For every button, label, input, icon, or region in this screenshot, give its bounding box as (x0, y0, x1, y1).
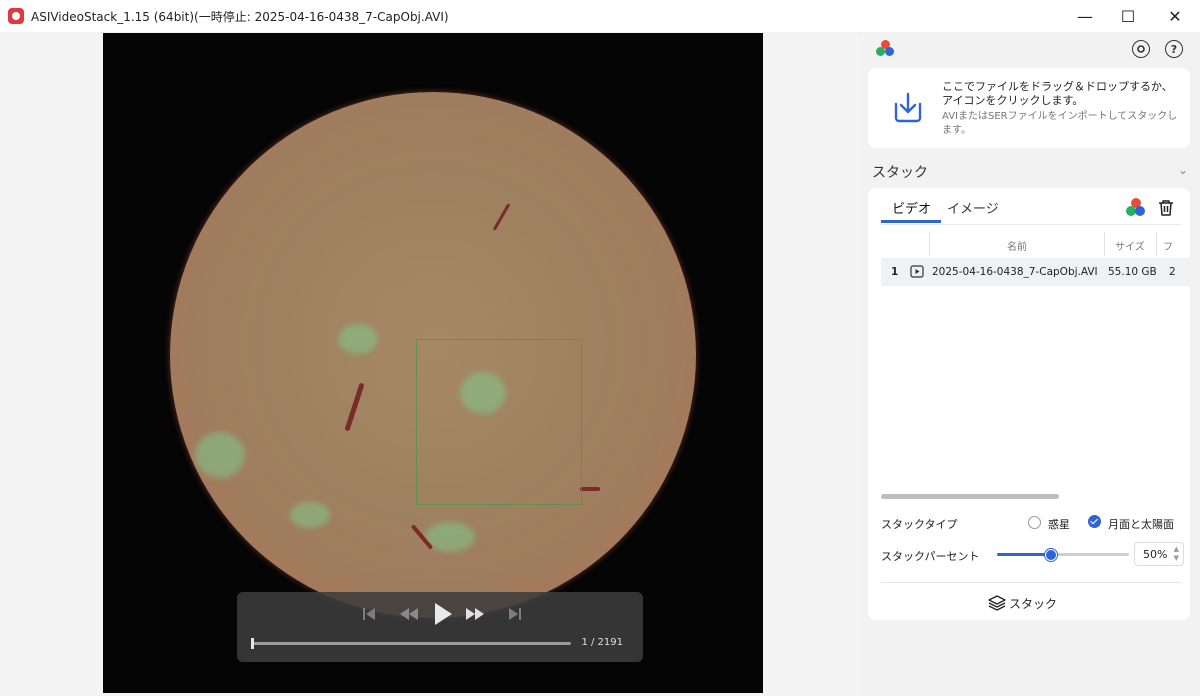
column-size[interactable]: サイズ (1115, 238, 1145, 253)
tab-video[interactable]: ビデオ (892, 198, 931, 217)
fast-forward-icon[interactable] (463, 604, 487, 624)
tab-image[interactable]: イメージ (947, 198, 999, 217)
progress-handle[interactable] (251, 638, 254, 649)
slider-fill (997, 553, 1050, 556)
settings-icon[interactable] (1132, 40, 1150, 58)
tab-divider (881, 224, 1181, 225)
chevron-down-icon[interactable]: ⌄ (1178, 163, 1188, 177)
title-bar: ASIVideoStack_1.15 (64bit)(一時停止: 2025-04… (0, 0, 1200, 33)
video-viewer: 1 / 2191 (0, 32, 858, 696)
table-row[interactable]: 1 2025-04-16-0438_7-CapObj.AVI 55.10 GB … (881, 258, 1190, 286)
close-button[interactable]: ✕ (1152, 0, 1198, 32)
file-table-header: 名前 サイズ フ (881, 232, 1187, 256)
spin-arrows-icon[interactable]: ▲ ▼ (1174, 545, 1179, 563)
stack-button-label: スタック (1009, 596, 1058, 611)
active-tab-indicator (881, 220, 941, 223)
row-file-name: 2025-04-16-0438_7-CapObj.AVI (932, 266, 1098, 278)
import-instruction: ここでファイルをドラッグ＆ドロップするか、アイコンをクリックします。 (942, 80, 1173, 107)
row-file-size: 55.10 GB (1108, 266, 1157, 278)
radio-planet[interactable] (1028, 516, 1041, 529)
row-index: 1 (891, 266, 899, 278)
column-name[interactable]: 名前 (1007, 238, 1027, 253)
row-extra: 2 (1169, 266, 1176, 278)
playback-progress-bar[interactable] (251, 642, 571, 645)
radio-lunar-solar-label[interactable]: 月面と太陽面 (1108, 516, 1174, 532)
trash-icon[interactable] (1158, 199, 1174, 217)
stack-card: ビデオ イメージ 名前 サイズ フ 1 2025-04-16-0438_7-Ca… (868, 188, 1190, 620)
sun-image (170, 92, 696, 618)
app-logo-icon (876, 40, 894, 58)
play-icon[interactable] (431, 601, 455, 627)
video-file-icon (910, 265, 924, 278)
import-icon[interactable] (890, 90, 926, 126)
stack-percent-spinbox[interactable]: 50% ▲ ▼ (1134, 542, 1184, 566)
roi-box[interactable] (416, 339, 582, 505)
stack-percent-label: スタックパーセント (881, 550, 980, 563)
table-horizontal-scrollbar[interactable] (881, 494, 1059, 499)
slider-handle[interactable] (1044, 549, 1057, 561)
app-icon (8, 8, 24, 24)
card-divider (881, 582, 1181, 583)
radio-planet-label[interactable]: 惑星 (1048, 516, 1070, 532)
import-hint: AVIまたはSERファイルをインポートしてスタックします。 (942, 111, 1178, 136)
maximize-button[interactable]: ☐ (1105, 0, 1151, 32)
column-extra[interactable]: フ (1163, 238, 1173, 253)
minimize-button[interactable]: — (1062, 0, 1108, 32)
stack-percent-value: 50% (1143, 548, 1168, 561)
import-drop-zone[interactable]: ここでファイルをドラッグ＆ドロップするか、アイコンをクリックします。 AVIまた… (868, 68, 1190, 148)
color-balance-icon[interactable] (1126, 198, 1146, 218)
skip-back-icon[interactable] (359, 604, 379, 624)
frame-counter: 1 / 2191 (581, 637, 623, 648)
help-icon[interactable]: ? (1165, 40, 1183, 58)
window-title: ASIVideoStack_1.15 (64bit)(一時停止: 2025-04… (31, 10, 449, 24)
side-panel: ? ここでファイルをドラッグ＆ドロップするか、アイコンをクリックします。 AVI… (860, 32, 1200, 696)
rewind-icon[interactable] (397, 604, 421, 624)
stack-type-label: スタックタイプ (881, 518, 958, 531)
playback-controls: 1 / 2191 (237, 592, 643, 662)
skip-forward-icon[interactable] (505, 604, 525, 624)
stack-button[interactable]: スタック (988, 592, 1057, 614)
layers-icon (988, 595, 1006, 611)
stack-section-title: スタック (872, 165, 928, 181)
radio-lunar-solar[interactable] (1088, 515, 1101, 528)
